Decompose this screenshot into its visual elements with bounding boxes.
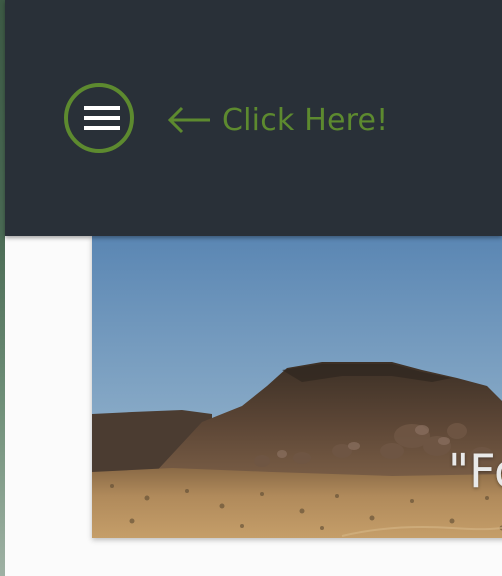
- click-here-hint: Click Here!: [166, 98, 388, 142]
- top-header: Click Here!: [5, 0, 502, 236]
- click-here-label: Click Here!: [222, 102, 389, 138]
- hero-card: "Fo: [92, 236, 502, 538]
- desert-mesa-landscape-image: [92, 236, 502, 538]
- hero-quote-text: "Fo: [448, 444, 502, 498]
- menu-toggle-button[interactable]: [64, 83, 134, 153]
- hamburger-menu-icon: [84, 106, 120, 130]
- left-arrow-icon: [167, 106, 210, 134]
